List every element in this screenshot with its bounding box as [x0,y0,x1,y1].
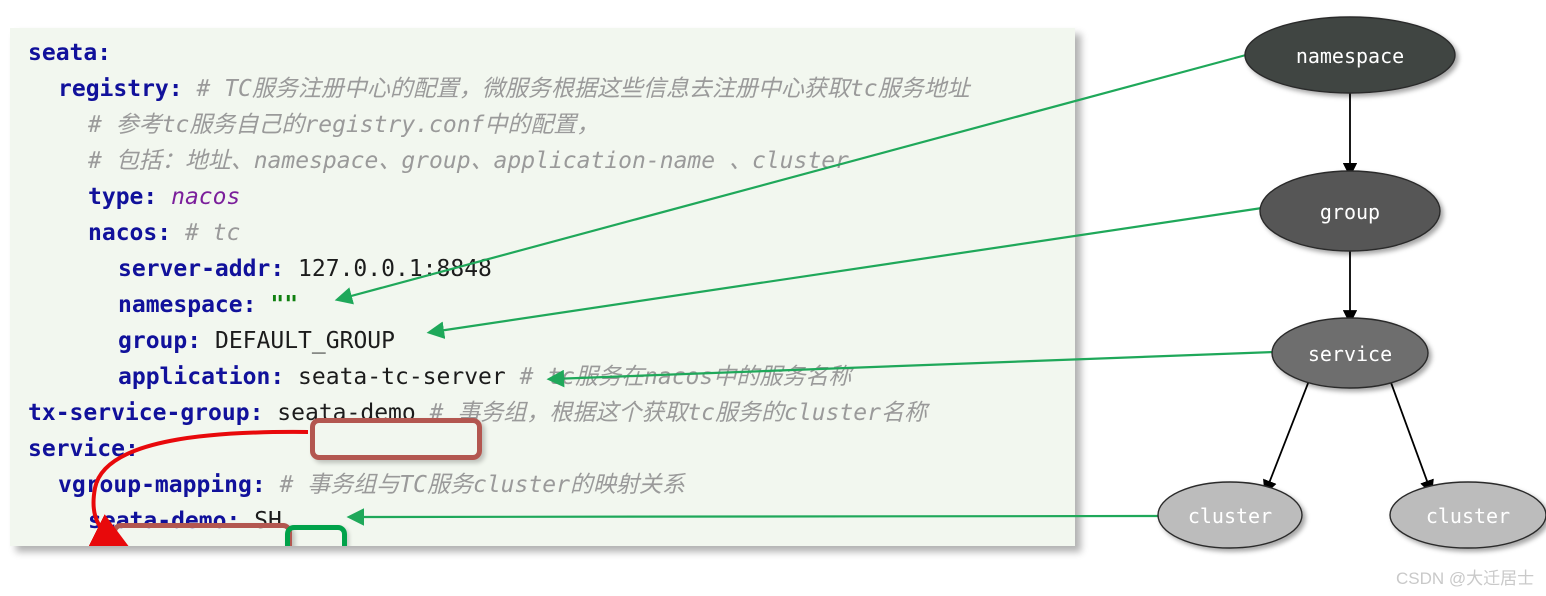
node-graph: namespace group service cluster cluster [1140,0,1546,596]
graph-nodes [1157,16,1546,549]
graph-edge [1389,380,1434,495]
graph-node-cluster-l[interactable] [1157,481,1303,549]
green-arrow-group [426,206,1263,339]
graph-edge [1263,379,1311,495]
green-arrow-cluster [346,508,1161,526]
graph-edges [1263,91,1434,495]
graph-node-cluster-r[interactable] [1389,481,1546,549]
graph-svg [1157,16,1546,549]
green-arrow-namespace [334,53,1247,305]
graph-node-service[interactable] [1271,317,1429,389]
graph-node-namespace[interactable] [1244,16,1456,94]
graph-node-group[interactable] [1259,170,1441,252]
diagram-canvas: seata: registry: # TC服务注册中心的配置，微服务根据这些信息去… [0,0,1546,596]
csdn-watermark: CSDN @大迁居士 [1396,569,1535,588]
